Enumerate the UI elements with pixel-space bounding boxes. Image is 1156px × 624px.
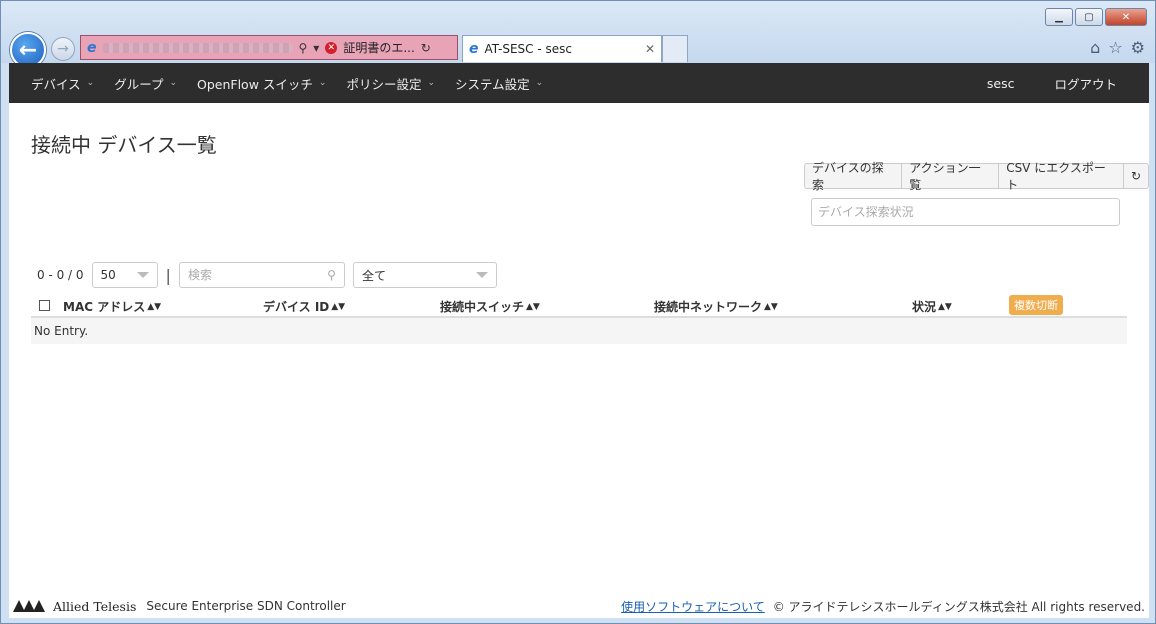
app-viewport: デバイス ⌄ グループ ⌄ OpenFlow スイッチ ⌄ ポリシー設定 ⌄ シ… [9,63,1149,618]
column-device-id[interactable]: デバイス ID ▲▼ [263,298,345,315]
page-size-value: 50 [100,268,116,282]
browser-tab[interactable]: e AT-SESC - sesc ✕ [462,35,662,62]
nav-label: デバイス [31,76,81,92]
column-label: デバイス ID [263,300,330,314]
close-button[interactable]: ✕ [1105,8,1147,26]
page-size-select[interactable]: 50 [91,262,158,288]
refresh-icon: ↻ [1130,169,1141,183]
sort-icon: ▲▼ [526,301,540,312]
column-status[interactable]: 状況 ▲▼ [912,298,952,315]
address-bar[interactable]: e ⚲ ▾ ✕ 証明書のエ... ↻ [80,35,458,60]
brand-name: Allied Telesis [53,598,137,614]
nav-menu: デバイス ⌄ グループ ⌄ OpenFlow スイッチ ⌄ ポリシー設定 ⌄ シ… [21,63,553,103]
dropdown-arrow-icon [136,272,149,278]
home-icon[interactable]: ⌂ [1090,38,1100,57]
tab-ie-icon: e [469,41,479,57]
logout-link[interactable]: ログアウト [1034,74,1137,93]
browser-window: ▁ ▢ ✕ ← → e ⚲ ▾ ✕ 証明書のエ... ↻ e AT-SESC -… [0,0,1156,624]
discovery-status-field[interactable] [811,198,1120,226]
gear-icon[interactable]: ⚙ [1131,38,1145,57]
chevron-down-icon: ⌄ [535,78,544,88]
column-label: MAC アドレス [63,300,146,314]
tab-title: AT-SESC - sesc [484,42,572,56]
search-icon[interactable]: ⚲ [299,41,308,55]
title-bar: ▁ ▢ ✕ ← → e ⚲ ▾ ✕ 証明書のエ... ↻ e AT-SESC -… [1,1,1155,68]
nav-label: ポリシー設定 [346,76,422,92]
csv-export-button[interactable]: CSV にエクスポート [998,161,1124,192]
user-name[interactable]: sesc [967,76,1035,91]
sort-icon: ▲▼ [331,301,346,312]
bulk-disconnect-button[interactable]: 複数切断 [1009,295,1063,315]
filter-bar: 0 - 0 / 0 50 | ⚲ 全て [37,262,497,288]
column-mac-address[interactable]: MAC アドレス ▲▼ [63,298,161,315]
chevron-down-icon: ⌄ [169,78,177,88]
minimize-button[interactable]: ▁ [1045,8,1073,26]
chevron-down-icon: ⌄ [427,78,436,88]
nav-item-policy[interactable]: ポリシー設定 ⌄ [336,74,445,93]
discover-devices-button[interactable]: デバイスの探索 [804,161,903,192]
dropdown-arrow-icon [475,272,488,278]
nav-user-area: sesc ログアウト [967,63,1137,103]
empty-row: No Entry. [31,318,1127,344]
nav-label: システム設定 [455,76,530,92]
sort-icon: ▲▼ [938,301,952,312]
footer: Allied Telesis Secure Enterprise SDN Con… [9,596,1149,616]
column-connected-switch[interactable]: 接続中スイッチ ▲▼ [440,298,540,315]
certificate-error-text[interactable]: 証明書のエ... [343,39,414,56]
product-name: Secure Enterprise SDN Controller [146,599,346,613]
browser-tools: ⌂ ☆ ⚙ [1090,38,1145,57]
top-navbar: デバイス ⌄ グループ ⌄ OpenFlow スイッチ ⌄ ポリシー設定 ⌄ シ… [9,63,1149,103]
chevron-down-icon: ⌄ [86,78,95,88]
action-buttons: デバイスの探索 アクション一覧 CSV にエクスポート ↻ [804,161,1149,192]
search-input[interactable] [187,268,308,282]
table-header: MAC アドレス ▲▼ デバイス ID ▲▼ 接続中スイッチ ▲▼ 接続中ネットワーク… [31,294,1127,318]
scope-select[interactable]: 全て [352,262,497,288]
refresh-icon[interactable]: ↻ [421,41,431,55]
brand: Allied Telesis Secure Enterprise SDN Con… [13,599,346,614]
column-label: 接続中ネットワーク [654,300,763,314]
scope-value: 全て [361,268,386,283]
nav-item-openflow-switch[interactable]: OpenFlow スイッチ ⌄ [187,74,336,93]
software-info-link[interactable]: 使用ソフトウェアについて [621,598,765,615]
star-icon[interactable]: ☆ [1108,38,1122,57]
nav-label: グループ [114,76,164,92]
forward-button[interactable]: → [51,37,75,61]
tab-close-icon[interactable]: ✕ [645,42,655,56]
new-tab-button[interactable] [662,35,688,62]
nav-item-system[interactable]: システム設定 ⌄ [445,74,553,93]
column-label: 接続中スイッチ [440,300,525,314]
chevron-down-icon: ⌄ [318,78,327,88]
nav-item-groups[interactable]: グループ ⌄ [104,74,187,93]
window-controls: ▁ ▢ ✕ [1045,8,1147,26]
footer-right: 使用ソフトウェアについて © アライドテレシスホールディングス株式会社 All … [621,598,1145,615]
column-connected-network[interactable]: 接続中ネットワーク ▲▼ [654,298,778,315]
record-count: 0 - 0 / 0 [37,268,84,282]
back-arrow-icon: ← [18,37,38,63]
column-label: 状況 [912,300,937,314]
divider: | [165,265,171,285]
forward-arrow-icon: → [57,41,69,57]
maximize-button[interactable]: ▢ [1075,8,1103,26]
search-icon[interactable]: ⚲ [327,268,336,282]
blurred-url [102,42,293,53]
dropdown-icon[interactable]: ▾ [313,41,319,55]
search-box[interactable]: ⚲ [178,262,345,288]
copyright: © アライドテレシスホールディングス株式会社 All rights reserv… [772,599,1145,614]
allied-telesis-logo-icon [13,600,47,612]
nav-item-devices[interactable]: デバイス ⌄ [21,74,104,93]
nav-label: OpenFlow スイッチ [197,76,313,92]
select-all-checkbox[interactable] [39,300,50,311]
sort-icon: ▲▼ [764,301,778,312]
certificate-error-icon[interactable]: ✕ [325,41,338,54]
action-list-button[interactable]: アクション一覧 [901,161,1000,192]
page-title: 接続中 デバイス一覧 [31,133,217,157]
ie-icon: e [87,39,97,56]
refresh-button[interactable]: ↻ [1122,163,1149,189]
device-table: MAC アドレス ▲▼ デバイス ID ▲▼ 接続中スイッチ ▲▼ 接続中ネットワーク… [31,294,1127,344]
sort-icon: ▲▼ [147,301,162,312]
